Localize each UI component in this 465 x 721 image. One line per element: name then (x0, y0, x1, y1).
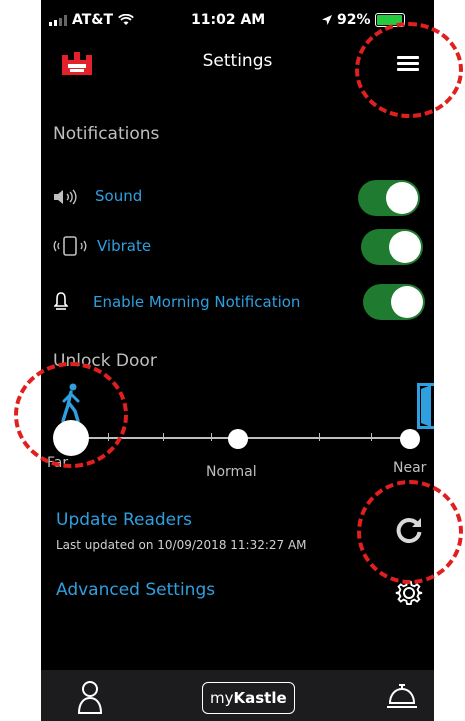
toggle-knob (389, 231, 421, 263)
annotation-circle-menu (355, 22, 463, 118)
notifications-heading: Notifications (53, 124, 160, 144)
tab-bar: myKastle (41, 670, 434, 721)
carrier-group: AT&T (49, 12, 134, 28)
person-icon[interactable] (77, 680, 103, 714)
toggle-knob (386, 182, 418, 214)
brand-name: Kastle (233, 689, 287, 707)
slider-tick (163, 433, 164, 441)
annotation-circle-far (14, 362, 128, 468)
vibrate-phone-icon (53, 236, 87, 256)
sound-toggle[interactable] (358, 180, 420, 216)
toggle-knob (391, 286, 423, 318)
bell-icon (54, 292, 68, 310)
door-icon (417, 383, 434, 429)
slider-label-near: Near (393, 460, 427, 476)
slider-tick (211, 433, 212, 441)
battery-percent: 92% (337, 12, 371, 28)
annotation-circle-refresh (357, 480, 463, 584)
slider-stop-near[interactable] (400, 429, 420, 449)
slider-stop-normal[interactable] (228, 429, 248, 449)
update-readers-link[interactable]: Update Readers (56, 510, 192, 530)
vibrate-label: Vibrate (97, 237, 152, 255)
concierge-bell-icon[interactable] (386, 683, 418, 709)
status-time: 11:02 AM (191, 12, 266, 28)
morning-notification-label: Enable Morning Notification (93, 293, 301, 311)
slider-tick (319, 433, 320, 441)
slider-label-normal: Normal (206, 464, 257, 480)
last-updated-text: Last updated on 10/09/2018 11:32:27 AM (56, 538, 307, 552)
wifi-icon (118, 14, 134, 25)
slider-tick (371, 433, 372, 441)
brand-prefix: my (210, 689, 234, 707)
advanced-settings-link[interactable]: Advanced Settings (56, 580, 215, 600)
mykastle-tab[interactable]: myKastle (202, 682, 295, 714)
carrier-name: AT&T (72, 12, 114, 28)
speaker-icon (54, 189, 77, 205)
signal-icon (49, 14, 67, 26)
morning-notification-toggle[interactable] (363, 284, 425, 320)
location-arrow-icon (322, 15, 332, 25)
sound-label: Sound (95, 187, 143, 205)
phone-screen: AT&T 11:02 AM 92% Settings Notifications… (41, 0, 434, 721)
vibrate-toggle[interactable] (361, 229, 423, 265)
